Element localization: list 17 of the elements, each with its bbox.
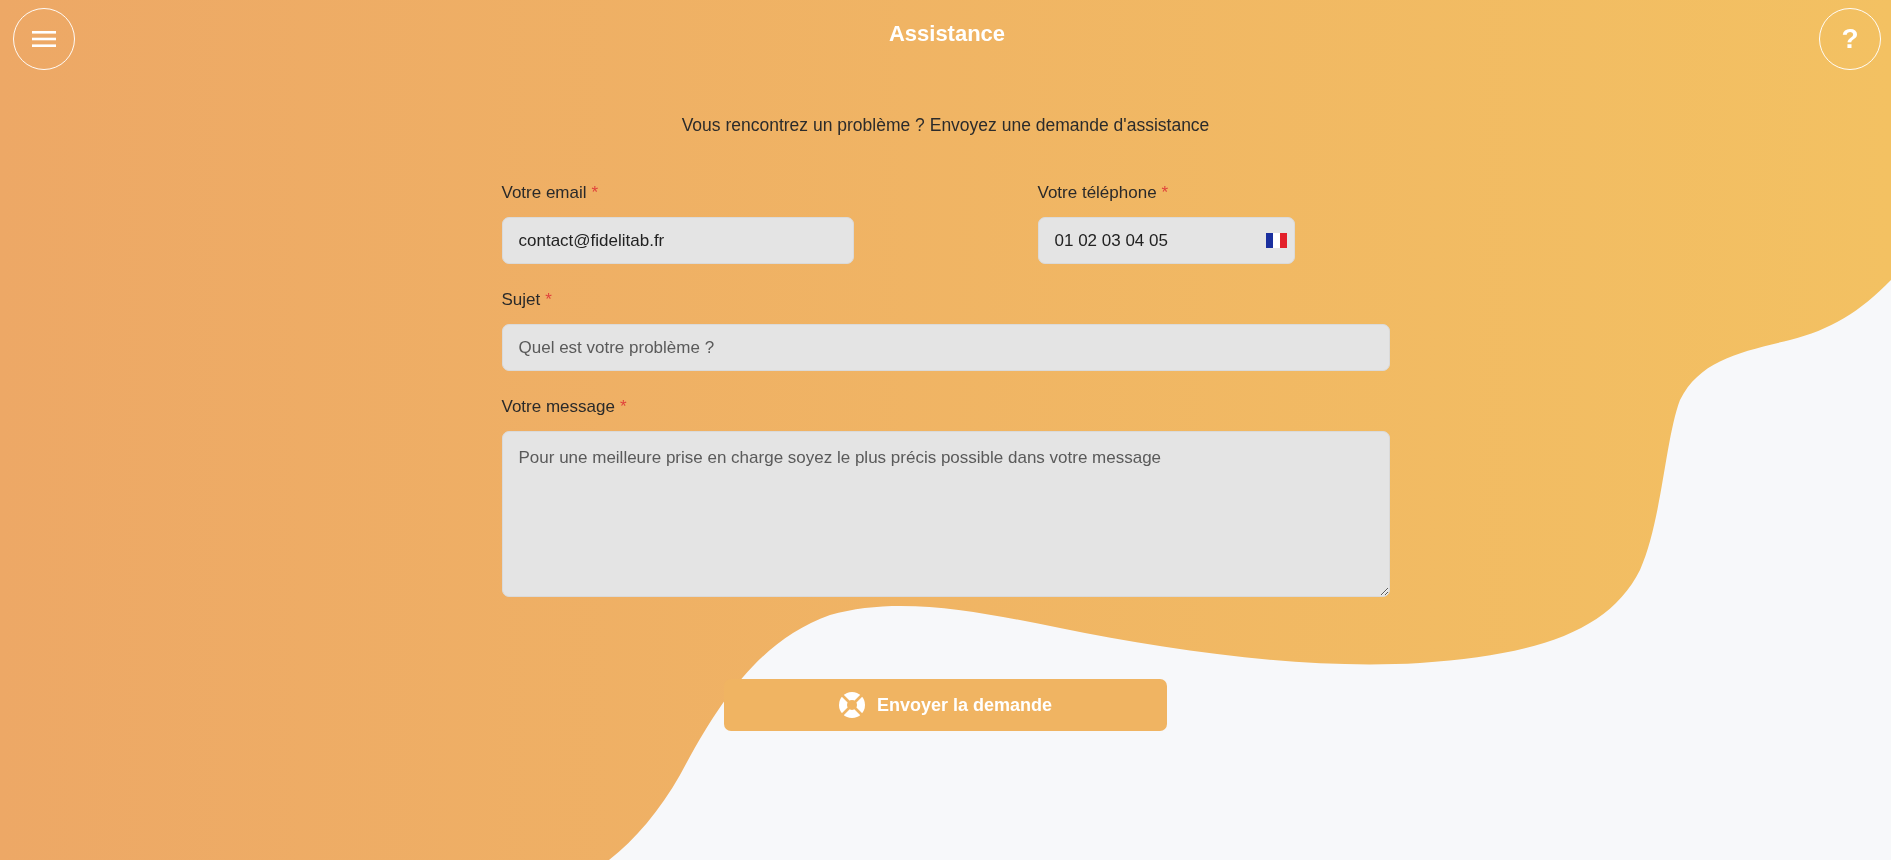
field-label: Votre email [501, 183, 587, 202]
phone-field[interactable]: 01 02 03 04 05 [1037, 217, 1295, 264]
field-label: Votre téléphone [1037, 183, 1157, 202]
required-asterisk: * [591, 183, 599, 202]
message-field[interactable]: Pour une meilleure prise en charge soyez le plus précis possible dans votre message [501, 431, 1390, 597]
required-asterisk: * [619, 397, 627, 416]
menu-icon [32, 31, 56, 47]
field-label: Votre message [501, 397, 615, 416]
email-field[interactable]: contact@fidelitab.fr [501, 217, 854, 264]
text-field[interactable]: Quel est votre problème ? [501, 324, 1390, 371]
intro-text: Vous rencontrez un problème ? Envoyez une demande d'assistance [680, 114, 1211, 137]
lifebuoy-icon [838, 692, 865, 718]
flag-icon [1265, 233, 1287, 248]
page-title: Assistance [888, 21, 1006, 47]
required-asterisk: * [1161, 183, 1169, 202]
required-asterisk: * [545, 290, 552, 309]
field-label: Sujet [501, 290, 541, 309]
